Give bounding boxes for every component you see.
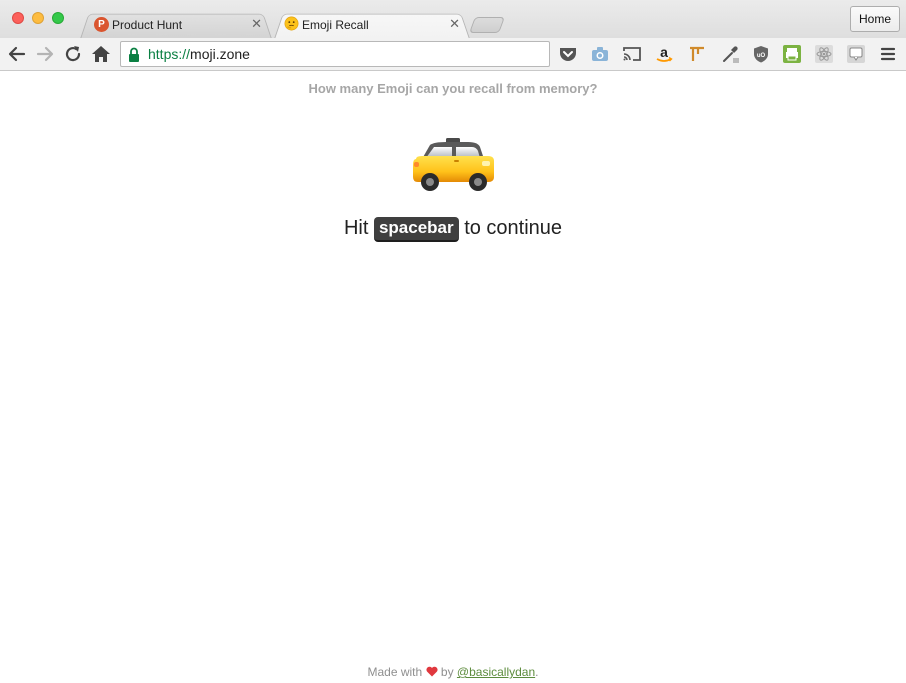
heart-icon (425, 666, 438, 677)
svg-text:uO: uO (757, 53, 766, 59)
page-footer: Made with by @basicallydan. (367, 665, 539, 679)
browser-window: P Product Hunt ✕ Emoji Recall ✕ Home htt… (0, 0, 906, 683)
home-profile-button[interactable]: Home (849, 6, 900, 32)
home-icon[interactable] (89, 42, 113, 66)
eyedropper-icon[interactable] (720, 44, 740, 64)
reload-icon[interactable] (61, 42, 85, 66)
tab-title: Emoji Recall (302, 18, 369, 32)
measure-icon[interactable] (687, 44, 707, 64)
svg-text:a: a (660, 44, 668, 60)
instruction-suffix: to continue (464, 217, 563, 239)
page-content: How many Emoji can you recall from memor… (0, 71, 906, 683)
tab-emoji-recall[interactable]: Emoji Recall ✕ (274, 11, 470, 39)
spacebar-key: spacebar (373, 217, 459, 242)
cast-icon[interactable] (622, 44, 642, 64)
camera-icon[interactable] (590, 44, 610, 64)
pocket-icon[interactable] (558, 44, 578, 64)
page-tagline: How many Emoji can you recall from memor… (308, 81, 598, 96)
lock-icon (129, 47, 139, 62)
close-tab-icon[interactable]: ✕ (449, 16, 460, 32)
forward-arrow-icon[interactable] (33, 42, 57, 66)
address-bar[interactable]: https://moji.zone (120, 41, 550, 67)
maximize-window-button[interactable] (52, 12, 64, 24)
print-icon[interactable] (782, 44, 802, 64)
react-devtools-icon[interactable] (814, 44, 834, 64)
url-text: https://moji.zone (148, 46, 250, 62)
minimize-window-button[interactable] (32, 12, 44, 24)
new-tab-button[interactable] (469, 17, 505, 33)
menu-icon[interactable] (878, 44, 898, 64)
tab-title: Product Hunt (112, 18, 183, 32)
chat-icon[interactable] (846, 44, 866, 64)
back-arrow-icon[interactable] (5, 42, 29, 66)
close-tab-icon[interactable]: ✕ (251, 16, 262, 32)
tab-strip: P Product Hunt ✕ Emoji Recall ✕ Home (0, 0, 906, 39)
ublock-icon[interactable]: uO (751, 44, 771, 64)
product-hunt-favicon-icon: P (94, 17, 109, 32)
close-window-button[interactable] (12, 12, 24, 24)
amazon-icon[interactable]: a (654, 44, 674, 64)
instruction-prefix: Hit (343, 217, 369, 239)
thinking-face-icon (284, 16, 299, 31)
taxi-emoji-icon (413, 138, 494, 191)
tab-product-hunt[interactable]: P Product Hunt ✕ (80, 11, 272, 39)
instruction-text: Hit spacebar to continue (0, 217, 906, 242)
author-link[interactable]: @basicallydan (457, 665, 535, 679)
browser-toolbar: https://moji.zone a uO (0, 38, 906, 71)
